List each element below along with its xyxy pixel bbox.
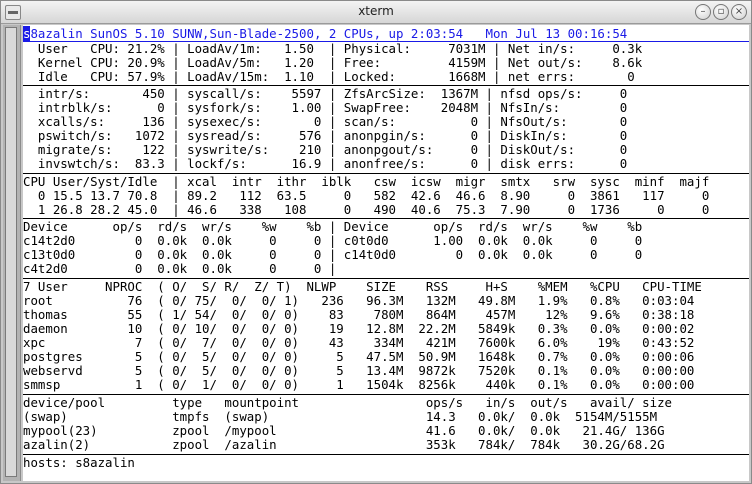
hosts-line: hosts: s8azalin [23,455,135,470]
disk-header: Device op/s rd/s wr/s %w %b | Device op/… [23,219,643,234]
rate-line: invswtch/s: 83.3 | lockf/s: 16.9 | anonf… [23,156,628,171]
process-header: 7 User NPROC ( O/ S/ R/ Z/ T) NLWP SIZE … [23,279,702,294]
close-button[interactable]: × [731,4,747,20]
fs-row: (swap) tmpfs (swap) 14.3 0.0k/ 0.0k 5154… [23,409,658,424]
summary-line: User CPU: 21.2% | LoadAv/1m: 1.50 | Phys… [23,41,643,56]
process-row: xpc 7 ( 0/ 7/ 0/ 0/ 0) 43 334M 421M 7600… [23,335,695,350]
cpu-header: CPU User/Syst/Idle | xcal intr ithr iblk… [23,174,710,189]
scrollbar-thumb[interactable] [5,27,17,477]
process-row: postgres 5 ( 0/ 5/ 0/ 0/ 0) 5 47.5M 50.9… [23,349,695,364]
terminal-screen[interactable]: s8azalin SunOS 5.10 SUNW,Sun-Blade-2500,… [23,25,749,481]
disk-row: c4t2d0 0 0.0k 0.0k 0 0 | [23,261,337,276]
rate-line: migrate/s: 122 | syswrite/s: 210 | anonp… [23,142,628,157]
cpu-row: 0 15.5 13.7 70.8 | 89.2 112 63.5 0 582 4… [23,188,710,203]
rate-line: intrblk/s: 0 | sysfork/s: 1.00 | SwapFre… [23,100,628,115]
fs-row: mypool(23) zpool /mypool 41.6 0.0k/ 0.0k… [23,423,665,438]
scrollbar[interactable] [3,25,21,481]
summary-line: Kernel CPU: 20.9% | LoadAv/5m: 1.20 | Fr… [23,55,643,70]
cpu-row: 1 26.8 28.2 45.0 | 46.6 338 108 0 490 40… [23,202,710,217]
minimize-button[interactable]: – [695,4,711,20]
process-row: root 76 ( 0/ 75/ 0/ 0/ 1) 236 96.3M 132M… [23,293,695,308]
maximize-button[interactable]: ▫ [713,4,729,20]
window-title: xterm [358,4,394,18]
fs-header: device/pool type mountpoint ops/s in/s o… [23,395,673,410]
process-row: smmsp 1 ( 0/ 1/ 0/ 0/ 0) 1 1504k 8256k 4… [23,377,695,392]
summary-line: Idle CPU: 57.9% | LoadAv/15m: 1.10 | Loc… [23,69,635,84]
title-bar[interactable]: xterm – ▫ × [1,1,751,24]
fs-row: azalin(2) zpool /azalin 353k 784k/ 784k … [23,437,665,452]
header-line: s8azalin SunOS 5.10 SUNW,Sun-Blade-2500,… [23,26,628,41]
disk-row: c13t0d0 0 0.0k 0.0k 0 0 | c14t0d0 0 0.0k… [23,247,643,262]
rate-line: intr/s: 450 | syscall/s: 5597 | ZfsArcSi… [23,86,628,101]
rate-line: xcalls/s: 136 | sysexec/s: 0 | scan/s: 0… [23,114,628,129]
header-text: 8azalin SunOS 5.10 SUNW,Sun-Blade-2500, … [30,26,628,41]
rate-line: pswitch/s: 1072 | sysread/s: 576 | anonp… [23,128,628,143]
xterm-window: xterm – ▫ × s8azalin SunOS 5.10 SUNW,Sun… [0,0,752,484]
disk-row: c14t2d0 0 0.0k 0.0k 0 0 | c0t0d0 1.00 0.… [23,233,643,248]
process-row: webservd 5 ( 0/ 5/ 0/ 0/ 0) 5 13.4M 9872… [23,363,695,378]
process-row: daemon 10 ( 0/ 10/ 0/ 0/ 0) 19 12.8M 22.… [23,321,695,336]
process-row: thomas 55 ( 1/ 54/ 0/ 0/ 0) 83 780M 864M… [23,307,695,322]
